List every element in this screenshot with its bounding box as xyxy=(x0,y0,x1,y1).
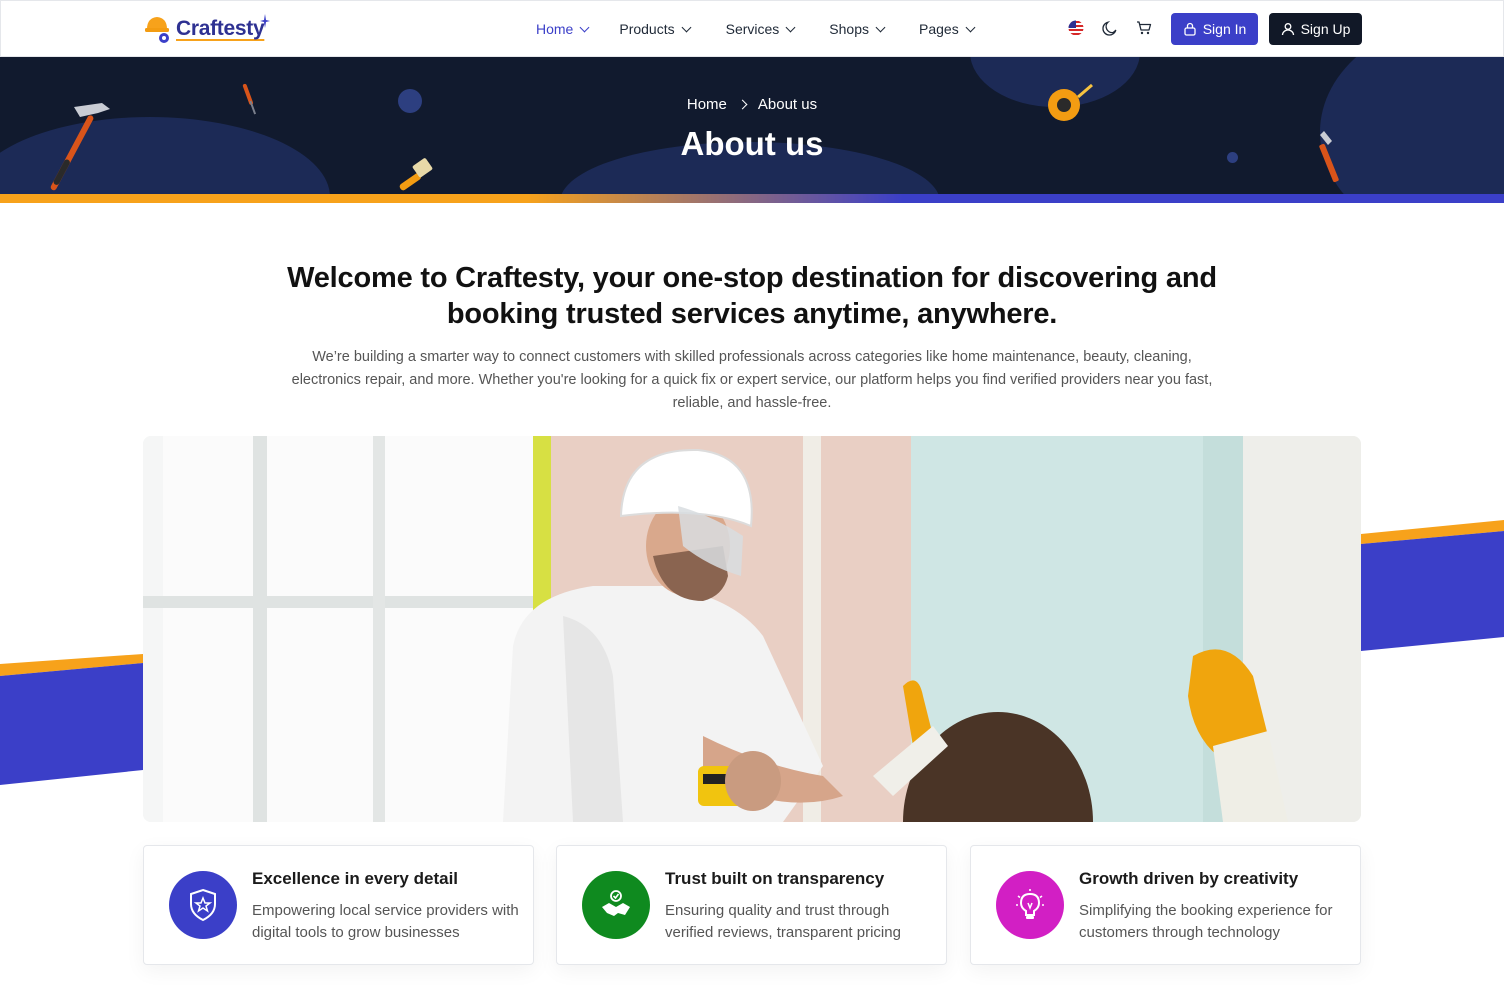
sign-in-button[interactable]: Sign In xyxy=(1171,13,1258,45)
handshake-icon xyxy=(582,871,650,939)
hero-banner: Home About us About us xyxy=(0,57,1504,203)
intro-heading: Welcome to Craftesty, your one-stop dest… xyxy=(287,262,1217,330)
workers-photo xyxy=(143,436,1361,822)
chevron-right-icon xyxy=(737,99,748,110)
cart-icon[interactable] xyxy=(1136,20,1152,36)
nav-shops-label: Shops xyxy=(829,21,869,37)
chevron-down-icon xyxy=(579,22,590,32)
feature-title: Growth driven by creativity xyxy=(1079,869,1299,888)
decorative-band-right xyxy=(1361,520,1504,651)
feature-title: Excellence in every detail xyxy=(252,869,459,888)
sign-in-label: Sign In xyxy=(1202,21,1247,37)
logo[interactable]: Craftesty xyxy=(144,12,271,46)
feature-card-trust: Trust built on transparency Ensuring qua… xyxy=(556,845,947,965)
intro-description: We’re building a smarter way to connect … xyxy=(291,349,1213,411)
sign-up-button[interactable]: Sign Up xyxy=(1269,13,1362,45)
hard-hat-logo-icon xyxy=(144,13,174,45)
us-flag-icon[interactable] xyxy=(1068,20,1084,36)
feature-card-growth: Growth driven by creativity Simplifying … xyxy=(970,845,1361,965)
chevron-down-icon xyxy=(875,22,886,32)
sign-up-label: Sign Up xyxy=(1300,21,1351,37)
nav-home[interactable]: Home xyxy=(536,19,590,39)
user-icon xyxy=(1281,23,1294,36)
header-icons xyxy=(1068,20,1152,36)
logo-text: Craftesty xyxy=(176,17,265,40)
nav-services-label: Services xyxy=(725,21,780,37)
breadcrumb-current: About us xyxy=(757,96,818,113)
breadcrumb: Home About us xyxy=(0,96,1504,113)
nav-pages-label: Pages xyxy=(919,21,959,37)
page-title: About us xyxy=(680,125,824,162)
breadcrumb-home[interactable]: Home xyxy=(687,96,727,113)
hero-bottom-stripe xyxy=(0,194,1504,203)
nav-home-label: Home xyxy=(536,21,574,37)
feature-description: Ensuring quality and trust through verif… xyxy=(665,902,901,941)
moon-icon[interactable] xyxy=(1102,20,1118,36)
award-badge-icon xyxy=(169,871,237,939)
nav-shops[interactable]: Shops xyxy=(829,19,886,39)
nav-services[interactable]: Services xyxy=(725,19,796,39)
chevron-down-icon xyxy=(681,22,692,32)
nav-products-label: Products xyxy=(619,21,675,37)
nav-pages[interactable]: Pages xyxy=(919,19,976,39)
feature-card-excellence: Excellence in every detail Empowering lo… xyxy=(143,845,534,965)
lock-icon xyxy=(1184,22,1196,36)
feature-title: Trust built on transparency xyxy=(665,869,885,888)
lightbulb-icon xyxy=(996,871,1064,939)
sparkle-icon xyxy=(260,14,271,28)
main-nav: Home Products Services Shops Pages xyxy=(536,19,976,39)
site-header: Craftesty Home Products Services Shops P… xyxy=(0,0,1504,57)
decorative-band-left xyxy=(0,654,143,785)
nav-products[interactable]: Products xyxy=(619,19,692,39)
feature-description: Empowering local service providers with … xyxy=(252,902,519,941)
chevron-down-icon xyxy=(785,22,796,32)
chevron-down-icon xyxy=(965,22,976,32)
feature-description: Simplifying the booking experience for c… xyxy=(1079,902,1333,941)
